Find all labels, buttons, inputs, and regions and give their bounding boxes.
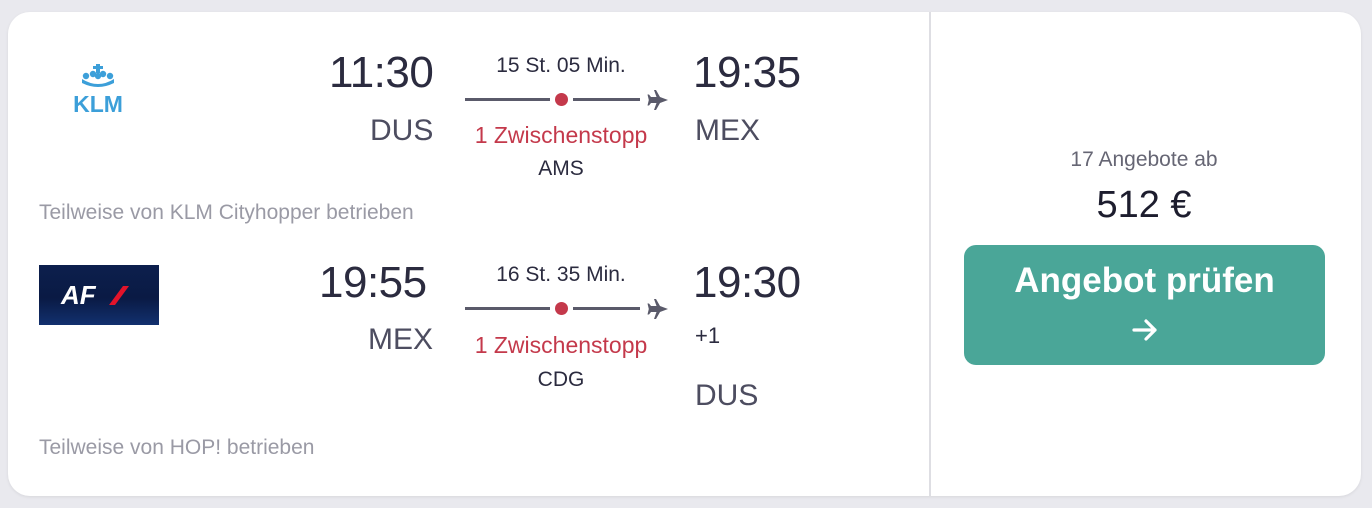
return-operated-by: Teilweise von HOP! betrieben	[39, 436, 315, 459]
return-stops: 1 Zwischenstopp	[474, 332, 648, 358]
outbound-stop-dot	[555, 93, 568, 106]
return-via: CDG	[537, 368, 585, 391]
return-arrive-time: 19:30	[693, 258, 801, 307]
return-day-offset: +1	[695, 323, 721, 348]
plane-icon	[647, 90, 668, 110]
check-offer-button-label: Angebot prüfen	[1014, 261, 1275, 300]
return-arrive-code: DUS	[695, 379, 759, 412]
outbound-operated-by: Teilweise von KLM Cityhopper betrieben	[39, 201, 414, 224]
return-duration: 16 St. 35 Min.	[496, 263, 626, 286]
outbound-depart-code: DUS	[370, 114, 434, 147]
plane-icon	[647, 299, 668, 319]
return-depart-code: MEX	[368, 323, 434, 356]
outbound-via: AMS	[538, 157, 584, 180]
flight-result-card[interactable]: KLM 11:30 DUS 15 St. 05 Min. 1 Zwischens…	[8, 12, 1361, 496]
arrow-right-icon	[1132, 319, 1157, 341]
outbound-arrive-time: 19:35	[693, 48, 801, 97]
return-route-line-right	[573, 307, 640, 310]
return-depart-time: 19:55	[319, 258, 427, 307]
price-label: 512 €	[1096, 184, 1192, 226]
check-offer-button[interactable]: Angebot prüfen	[964, 245, 1325, 365]
svg-text:AF: AF	[60, 280, 97, 310]
offer-count-label: 17 Angebote ab	[1070, 148, 1218, 171]
air-france-logo: AF	[39, 265, 159, 325]
card-divider	[929, 12, 931, 496]
return-stop-dot	[555, 302, 568, 315]
outbound-route-line-left	[465, 98, 550, 101]
klm-logo: KLM	[73, 64, 123, 114]
outbound-depart-time: 11:30	[329, 48, 434, 97]
return-route-line-left	[465, 307, 550, 310]
outbound-duration: 15 St. 05 Min.	[496, 54, 626, 77]
svg-text:KLM: KLM	[73, 91, 123, 114]
outbound-arrive-code: MEX	[695, 114, 761, 147]
outbound-route-line-right	[573, 98, 640, 101]
outbound-stops: 1 Zwischenstopp	[474, 122, 648, 148]
